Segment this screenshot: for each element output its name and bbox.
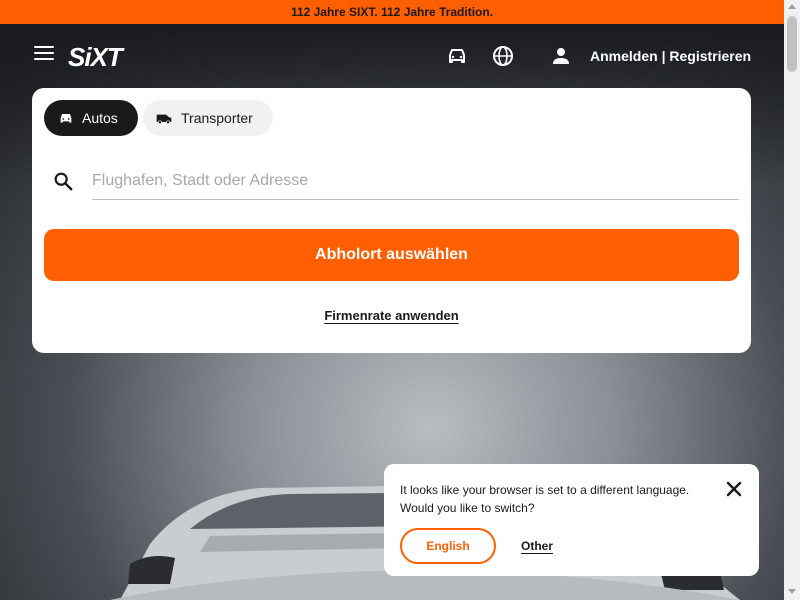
promo-banner-text: 112 Jahre SIXT. 112 Jahre Tradition. [290,5,494,19]
booking-widget: Autos Transporter Abholort auswählen Fir… [32,88,751,353]
hamburger-icon[interactable] [34,46,54,62]
scroll-down-arrow-icon[interactable] [788,589,796,594]
switch-english-button[interactable]: English [400,528,496,564]
tab-transporter-label: Transporter [181,110,253,126]
corporate-rate-link[interactable]: Firmenrate anwenden [324,308,458,323]
promo-banner: 112 Jahre SIXT. 112 Jahre Tradition. [0,0,784,24]
login-register-link[interactable]: Anmelden | Registrieren [590,48,751,64]
other-language-link[interactable]: Other [521,539,553,553]
language-switch-popup: It looks like your browser is set to a d… [384,464,759,576]
car-icon [60,114,72,123]
sixt-logo[interactable]: SiXT [68,42,123,73]
site-header: SiXT Anmelden | Registrieren [0,24,784,88]
corporate-rate-link-wrapper: Firmenrate anwenden [32,308,751,323]
pickup-location-input[interactable] [92,162,739,200]
scroll-up-arrow-icon[interactable] [788,4,796,9]
close-icon[interactable] [724,479,744,499]
scrollbar-thumb[interactable] [787,16,797,72]
language-popup-message: It looks like your browser is set to a d… [400,483,690,515]
tab-autos[interactable]: Autos [44,100,138,136]
page-scrollbar[interactable] [784,0,800,600]
tab-autos-label: Autos [82,110,118,126]
select-pickup-button[interactable]: Abholort auswählen [44,229,739,281]
search-icon [54,172,73,191]
tab-transporter[interactable]: Transporter [143,100,273,136]
van-icon [156,114,172,125]
user-icon[interactable] [549,44,573,68]
car-icon[interactable] [445,44,469,68]
globe-icon[interactable] [491,44,515,68]
